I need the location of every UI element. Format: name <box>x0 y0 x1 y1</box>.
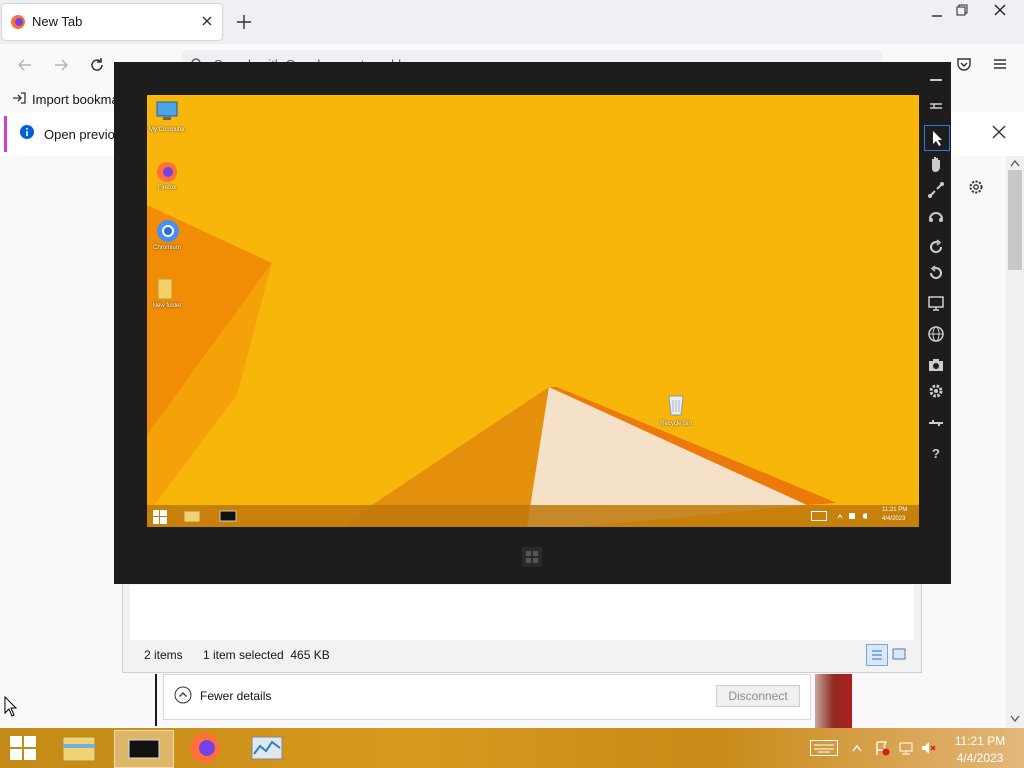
folder-icon[interactable] <box>156 277 176 301</box>
remote-desktop-screen[interactable]: My Computer Firefox Chromium New folder … <box>147 95 919 527</box>
menu-icon[interactable] <box>992 56 1008 72</box>
remote-wallpaper <box>147 95 919 527</box>
notification-accent <box>4 116 7 152</box>
taskbar-file-explorer-icon[interactable] <box>50 730 108 766</box>
remote-start-icon[interactable] <box>153 510 167 524</box>
desktop-icon-label: Firefox <box>157 185 177 191</box>
close-window-icon[interactable] <box>993 3 1007 17</box>
large-icons-view-icon[interactable] <box>891 646 907 662</box>
tab-title: New Tab <box>32 14 83 29</box>
selection-info: 1 item selected 465 KB <box>203 648 330 662</box>
tab-new-tab[interactable]: New Tab <box>2 4 222 40</box>
remote-clock-date: 4/4/2023 <box>882 516 906 522</box>
viewer-pin-icon[interactable] <box>925 95 947 117</box>
clock-time[interactable]: 11:21 PM <box>942 733 1018 749</box>
back-icon[interactable] <box>16 56 34 74</box>
restore-icon[interactable] <box>955 3 969 17</box>
recycle-bin-label: Recycle Bin <box>660 421 692 427</box>
remote-keyboard-icon[interactable] <box>811 511 827 521</box>
desktop-icon-label: My Computer <box>148 127 185 133</box>
remote-clock-time: 11:21 PM <box>882 507 908 513</box>
forward-icon[interactable] <box>52 56 70 74</box>
scroll-up-icon[interactable] <box>1010 159 1020 167</box>
volume-muted-icon[interactable] <box>920 740 936 756</box>
viewer-windows-key-icon[interactable] <box>522 547 542 567</box>
clock-date[interactable]: 4/4/2023 <box>942 750 1018 766</box>
tray-overflow-icon[interactable] <box>852 744 862 752</box>
chromium-icon[interactable] <box>156 219 180 243</box>
taskbar-viewer-button[interactable] <box>114 730 174 768</box>
scrollbar-thumb[interactable] <box>1008 170 1022 270</box>
remote-app-icon[interactable] <box>219 510 237 522</box>
viewer-rotate-left-icon[interactable] <box>925 262 947 284</box>
disconnect-button[interactable]: Disconnect <box>716 685 800 707</box>
keyboard-icon[interactable] <box>810 740 838 756</box>
window-edge <box>155 674 157 726</box>
close-tab-icon[interactable] <box>200 14 214 28</box>
network-icon[interactable] <box>898 740 914 756</box>
minimize-icon[interactable] <box>930 6 944 20</box>
mouse-cursor-icon <box>4 696 18 718</box>
info-icon <box>20 125 34 139</box>
desktop-icon-label: New folder <box>152 303 182 309</box>
notification-close-icon[interactable] <box>992 125 1006 139</box>
viewer-display-icon[interactable] <box>925 292 947 314</box>
settings-gear-icon[interactable] <box>967 178 985 196</box>
my-computer-icon[interactable] <box>155 101 179 123</box>
desktop-icon-label: Chromium <box>153 245 181 251</box>
svg-text:?: ? <box>932 446 940 461</box>
background-photo-fragment <box>815 674 852 728</box>
viewer-minimize-icon[interactable] <box>925 70 947 92</box>
viewer-usb-icon[interactable] <box>925 411 947 433</box>
details-view-icon[interactable] <box>866 644 888 666</box>
pocket-icon[interactable] <box>956 56 972 72</box>
fewer-details-link[interactable]: Fewer details <box>200 689 271 703</box>
file-list-area <box>130 585 914 640</box>
viewer-rotate-right-icon[interactable] <box>925 236 947 258</box>
taskbar-resource-monitor-icon[interactable] <box>238 730 296 766</box>
scroll-down-icon[interactable] <box>1010 715 1020 723</box>
import-icon <box>12 91 26 105</box>
viewer-globe-icon[interactable] <box>925 323 947 345</box>
viewer-rotate-icon[interactable] <box>925 205 947 227</box>
viewer-pointer-icon[interactable] <box>924 125 950 151</box>
viewer-camera-icon[interactable] <box>925 354 947 376</box>
recycle-bin-icon[interactable] <box>667 392 685 416</box>
firefox-icon <box>10 14 26 30</box>
taskbar-firefox-icon[interactable] <box>176 730 234 766</box>
reload-icon[interactable] <box>88 56 106 74</box>
viewer-help-icon[interactable]: ? <box>925 442 947 464</box>
item-count: 2 items <box>144 648 183 662</box>
firefox-desktop-icon[interactable] <box>156 161 178 183</box>
remote-tray-icons[interactable] <box>837 512 873 520</box>
viewer-pinch-icon[interactable] <box>925 179 947 201</box>
remote-explorer-icon[interactable] <box>183 509 201 523</box>
viewer-hand-icon[interactable] <box>925 153 947 175</box>
new-tab-button[interactable] <box>236 14 252 30</box>
remote-taskbar: 11:21 PM 4/4/2023 <box>147 505 919 527</box>
collapse-chevron-icon[interactable] <box>174 686 192 704</box>
viewer-settings-icon[interactable] <box>925 380 947 402</box>
action-center-icon[interactable] <box>874 740 890 756</box>
page-scrollbar[interactable] <box>1006 156 1024 728</box>
start-icon[interactable] <box>10 736 36 760</box>
